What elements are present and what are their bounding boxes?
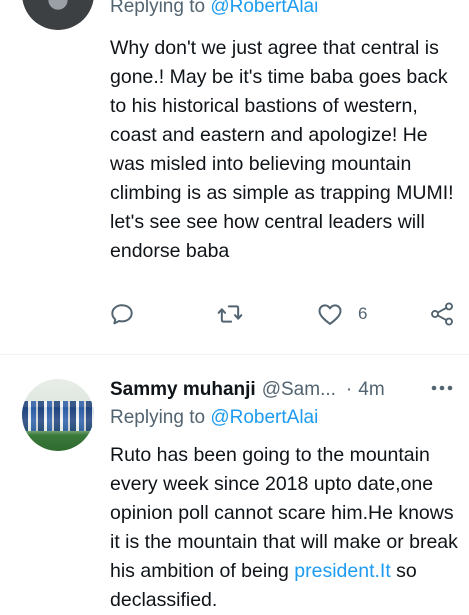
share-button[interactable] — [428, 300, 456, 328]
replying-to: Replying to @RobertAlai — [110, 0, 318, 18]
replying-handle-link[interactable]: @RobertAlai — [210, 407, 318, 428]
replying-handle-link[interactable]: @RobertAlai — [210, 0, 318, 17]
tweet-text: Ruto has been going to the mountain ever… — [110, 441, 460, 615]
reply-icon — [111, 304, 133, 325]
tweet-reply-1[interactable]: Replying to @RobertAlai Why don't we jus… — [0, 0, 469, 354]
share-icon — [431, 302, 453, 326]
separator: · — [345, 379, 353, 400]
like-button[interactable]: 6 — [316, 300, 367, 328]
avatar-group-photo — [22, 401, 94, 431]
author-handle[interactable]: @Sam... — [262, 379, 336, 401]
replying-to: Replying to @RobertAlai — [110, 407, 318, 429]
retweet-button[interactable] — [216, 300, 244, 328]
tweet-reply-2[interactable]: Sammy muhanji @Sam... · 4m Replying to @… — [0, 354, 469, 613]
tweet-text: Why don't we just agree that central is … — [110, 37, 454, 262]
avatar[interactable] — [22, 0, 94, 30]
retweet-icon — [217, 305, 243, 323]
replying-prefix: Replying to — [110, 0, 206, 17]
heart-icon — [318, 304, 342, 325]
reply-button[interactable] — [108, 300, 136, 328]
like-count: 6 — [358, 304, 368, 323]
inline-link[interactable]: president.It — [294, 560, 390, 582]
more-options-icon — [431, 385, 453, 391]
author-name[interactable]: Sammy muhanji — [110, 379, 256, 401]
tweet-actions: 6 — [108, 300, 459, 336]
timestamp[interactable]: 4m — [358, 379, 384, 401]
tweet-header: Sammy muhanji @Sam... · 4m — [110, 375, 459, 405]
avatar[interactable] — [22, 379, 94, 451]
replying-prefix: Replying to — [110, 407, 206, 428]
more-options-button[interactable] — [429, 375, 455, 401]
